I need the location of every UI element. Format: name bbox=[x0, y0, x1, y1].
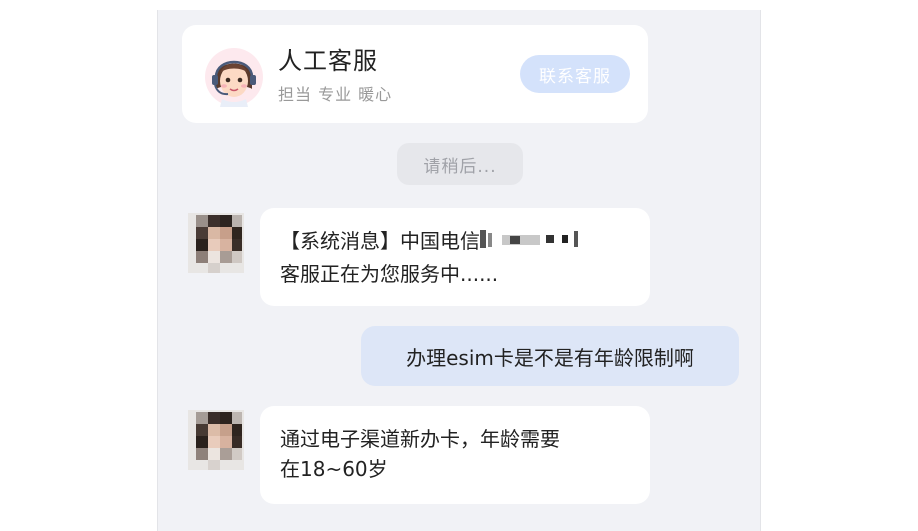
chat-panel: 人工客服 担当 专业 暖心 联系客服 请稍后... 【系统消息】中国电信 客服正… bbox=[157, 10, 761, 531]
agent-message-bubble: 【系统消息】中国电信 客服正在为您服务中...... bbox=[260, 208, 650, 306]
message-text: 客服正在为您服务中...... bbox=[280, 261, 499, 286]
message-text: 【系统消息】中国电信 bbox=[280, 229, 480, 253]
redacted-text-icon bbox=[480, 227, 584, 259]
agent-message-bubble: 通过电子渠道新办卡，年龄需要 在18~60岁 bbox=[260, 406, 650, 504]
wait-status-pill: 请稍后... bbox=[397, 143, 523, 185]
agent-title: 人工客服 bbox=[278, 47, 378, 75]
message-text: 在18~60岁 bbox=[280, 457, 388, 481]
user-message-bubble: 办理esim卡是不是有年龄限制啊 bbox=[361, 326, 739, 386]
agent-message-line: 【系统消息】中国电信 bbox=[280, 226, 630, 259]
agent-subtitle: 担当 专业 暖心 bbox=[278, 85, 393, 104]
service-header-card: 人工客服 担当 专业 暖心 联系客服 bbox=[182, 25, 648, 123]
blurred-agent-avatar bbox=[188, 410, 244, 470]
message-text: 办理esim卡是不是有年龄限制啊 bbox=[406, 345, 694, 370]
agent-headset-avatar-icon bbox=[204, 47, 264, 107]
contact-service-button[interactable]: 联系客服 bbox=[520, 55, 630, 93]
blurred-agent-avatar bbox=[188, 213, 244, 273]
message-text: 通过电子渠道新办卡，年龄需要 bbox=[280, 427, 560, 451]
